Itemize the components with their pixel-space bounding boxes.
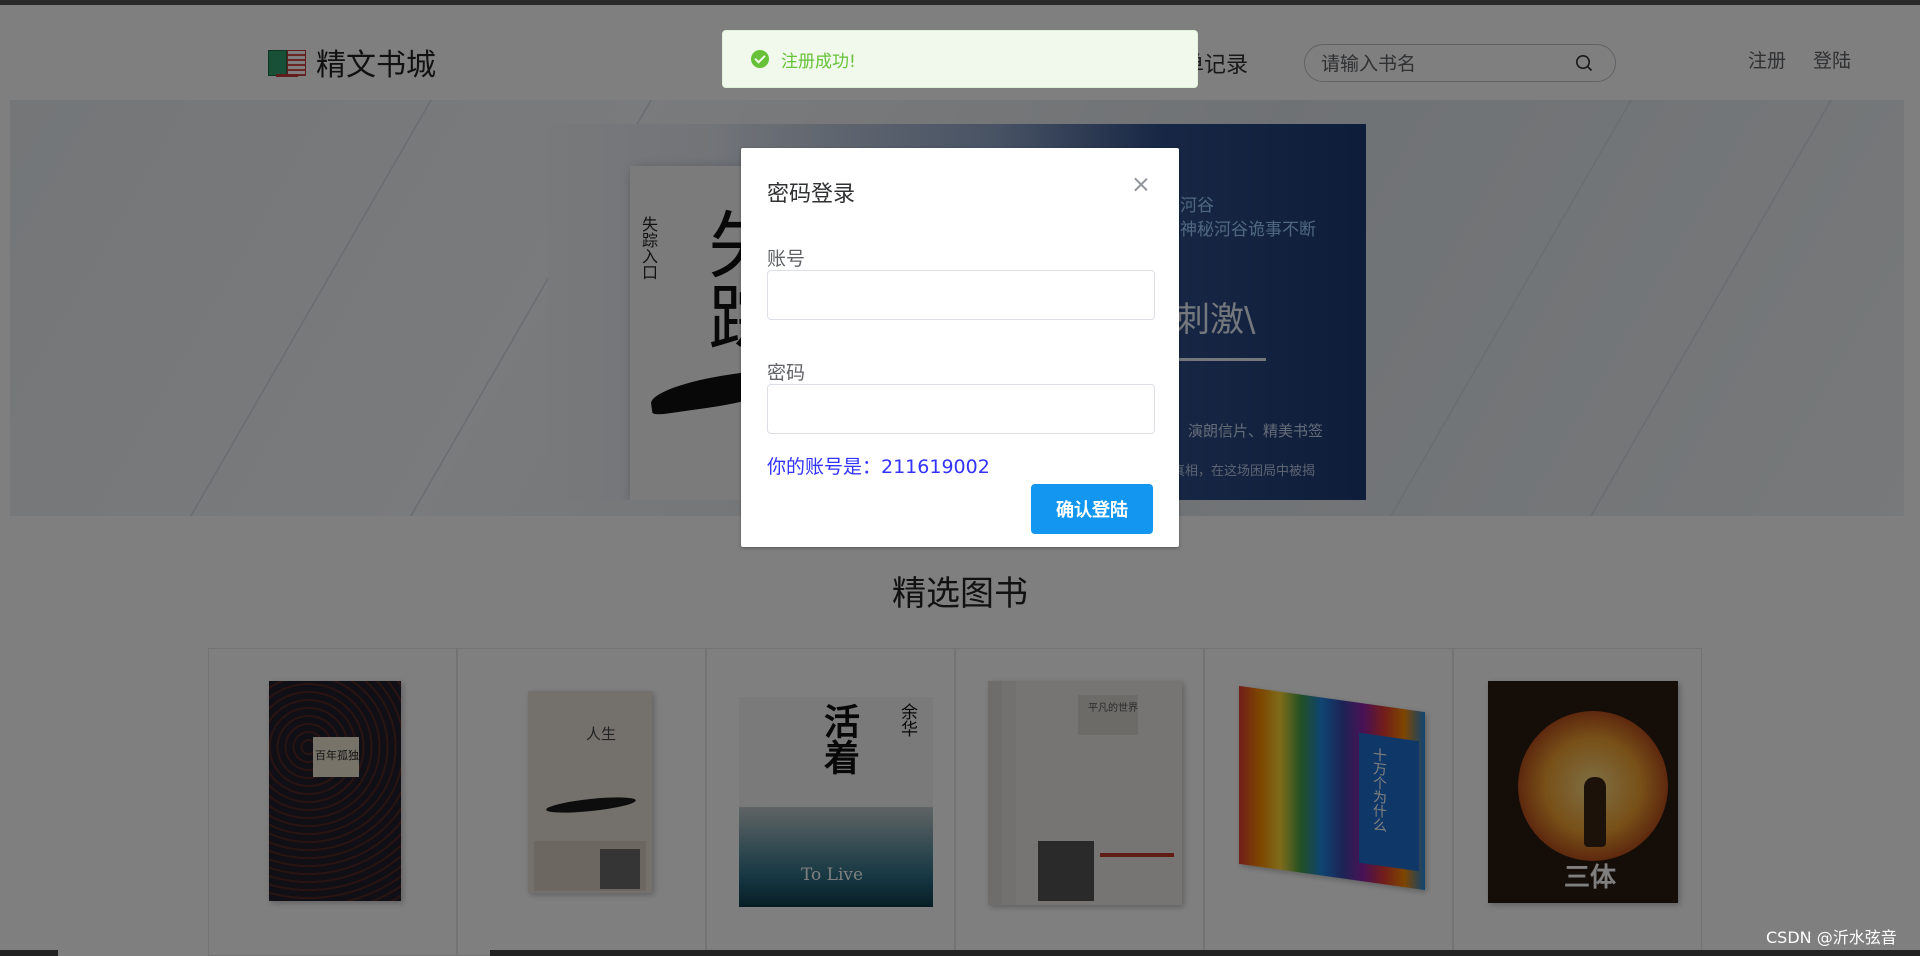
password-input[interactable]	[767, 384, 1155, 434]
success-toast: 注册成功!	[722, 30, 1198, 88]
watermark: CSDN @沂水弦音	[1766, 928, 1897, 947]
check-circle-icon	[751, 50, 769, 68]
confirm-login-button[interactable]: 确认登陆	[1031, 484, 1153, 534]
bottom-edge	[490, 950, 1920, 956]
account-input[interactable]	[767, 270, 1155, 320]
close-icon[interactable]	[1131, 174, 1151, 194]
password-label: 密码	[767, 362, 806, 384]
bottom-edge	[0, 950, 58, 956]
login-dialog: 密码登录 账号 密码 你的账号是：211619002 确认登陆	[741, 148, 1179, 547]
toast-message: 注册成功!	[781, 51, 856, 72]
dialog-title: 密码登录	[767, 182, 856, 207]
account-number-hint: 你的账号是：211619002	[767, 456, 990, 478]
account-label: 账号	[767, 248, 806, 270]
